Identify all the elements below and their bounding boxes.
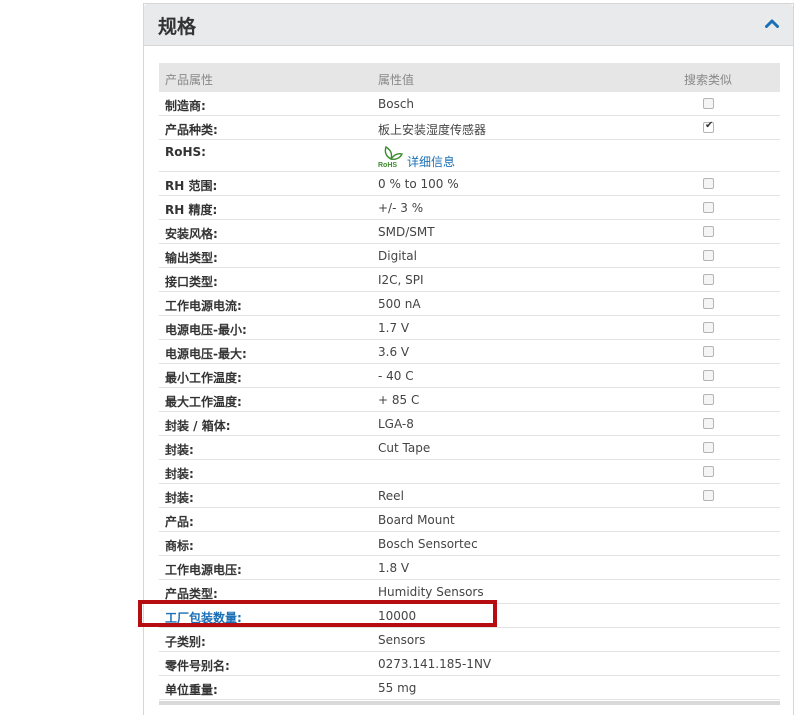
attribute-value: 500 nA — [378, 297, 421, 311]
attribute-value: Sensors — [378, 633, 426, 647]
table-row: 封装: — [159, 460, 780, 484]
attribute-value: LGA-8 — [378, 417, 414, 431]
table-row: 封装: Reel — [159, 484, 780, 508]
attribute-label: 单位重量: — [165, 683, 218, 697]
attribute-value: Bosch — [378, 97, 415, 111]
attribute-value: 0 % to 100 % — [378, 177, 459, 191]
table-header: 产品属性 属性值 搜索类似 — [159, 63, 780, 92]
header-value: 属性值 — [378, 73, 415, 87]
search-similar-checkbox[interactable] — [703, 346, 714, 357]
search-similar-checkbox[interactable] — [703, 370, 714, 381]
rohs-logo-text: RoHS — [378, 162, 397, 168]
table-row: RH 范围: 0 % to 100 % — [159, 172, 780, 196]
attribute-label: 最小工作温度: — [165, 371, 242, 385]
attribute-label: 工作电源电流: — [165, 299, 242, 313]
header-search-similar: 搜索类似 — [684, 73, 733, 87]
search-similar-checkbox[interactable] — [703, 418, 714, 429]
attribute-value: Humidity Sensors — [378, 585, 484, 599]
search-similar-checkbox[interactable] — [703, 250, 714, 261]
attribute-label: RH 精度: — [165, 203, 218, 217]
attribute-label: RoHS: — [165, 145, 206, 159]
table-row: 接口类型: I2C, SPI — [159, 268, 780, 292]
attribute-label: 安装风格: — [165, 227, 218, 241]
table-row: 工作电源电压: 1.8 V — [159, 556, 780, 580]
attribute-label: 输出类型: — [165, 251, 218, 265]
attribute-value: Board Mount — [378, 513, 455, 527]
table-row: 子类别: Sensors — [159, 628, 780, 652]
search-similar-checkbox[interactable] — [703, 322, 714, 333]
attribute-value: 0273.141.185-1NV — [378, 657, 492, 671]
search-similar-checkbox[interactable] — [703, 274, 714, 285]
attribute-label: 封装: — [165, 443, 194, 457]
search-similar-checkbox[interactable] — [703, 394, 714, 405]
attribute-value: - 40 C — [378, 369, 414, 383]
table-row: 制造商: Bosch — [159, 92, 780, 116]
table-row: 单位重量: 55 mg — [159, 676, 780, 700]
search-similar-checkbox[interactable] — [703, 98, 714, 109]
panel-header[interactable]: 规格 — [144, 4, 793, 46]
attribute-value: +/- 3 % — [378, 201, 424, 215]
attribute-label: 产品种类: — [165, 123, 218, 137]
attribute-label: 制造商: — [165, 99, 206, 113]
table-row: 最小工作温度: - 40 C — [159, 364, 780, 388]
table-row: RoHS: RoHS 详细信息 — [159, 140, 780, 172]
attribute-label: 产品: — [165, 515, 194, 529]
attribute-label: 子类别: — [165, 635, 206, 649]
search-similar-checkbox[interactable] — [703, 178, 714, 189]
attribute-label: 封装 / 箱体: — [165, 419, 231, 433]
attribute-value: 1.7 V — [378, 321, 410, 335]
table-row: 零件号别名: 0273.141.185-1NV — [159, 652, 780, 676]
search-similar-checkbox[interactable] — [703, 490, 714, 501]
table-row: 商标: Bosch Sensortec — [159, 532, 780, 556]
attribute-value: Cut Tape — [378, 441, 431, 455]
search-similar-checkbox[interactable] — [703, 202, 714, 213]
attribute-value: 3.6 V — [378, 345, 410, 359]
table-row: RH 精度: +/- 3 % — [159, 196, 780, 220]
table-row: 封装: Cut Tape — [159, 436, 780, 460]
attribute-value: Digital — [378, 249, 417, 263]
table-row: 最大工作温度: + 85 C — [159, 388, 780, 412]
panel-title: 规格 — [158, 16, 197, 38]
attribute-label: 接口类型: — [165, 275, 218, 289]
table-row: 输出类型: Digital — [159, 244, 780, 268]
attribute-value: 1.8 V — [378, 561, 410, 575]
table-row: 工作电源电流: 500 nA — [159, 292, 780, 316]
attribute-value: Reel — [378, 489, 404, 503]
attribute-label: 封装: — [165, 467, 194, 481]
attribute-value: SMD/SMT — [378, 225, 435, 239]
table-footer-bar — [159, 701, 780, 705]
rohs-details-link[interactable]: 详细信息 — [407, 153, 455, 170]
rohs-leaf-icon: RoHS — [378, 145, 404, 168]
table-row: 产品: Board Mount — [159, 508, 780, 532]
attribute-label: 最大工作温度: — [165, 395, 242, 409]
table-row: 安装风格: SMD/SMT — [159, 220, 780, 244]
highlight-box — [138, 600, 497, 627]
attribute-label: 工作电源电压: — [165, 563, 242, 577]
search-similar-checkbox[interactable] — [703, 298, 714, 309]
attribute-value: 板上安装湿度传感器 — [378, 123, 487, 137]
attribute-label: 封装: — [165, 491, 194, 505]
chevron-up-icon[interactable] — [765, 18, 779, 28]
search-similar-checkbox[interactable] — [703, 226, 714, 237]
table-row: 电源电压-最大: 3.6 V — [159, 340, 780, 364]
attribute-value: I2C, SPI — [378, 273, 424, 287]
table-row: 产品种类: 板上安装湿度传感器 — [159, 116, 780, 140]
attribute-label: 商标: — [165, 539, 194, 553]
table-row: 电源电压-最小: 1.7 V — [159, 316, 780, 340]
attribute-label: 零件号别名: — [165, 659, 230, 673]
attribute-value: + 85 C — [378, 393, 420, 407]
header-attribute: 产品属性 — [165, 73, 214, 87]
search-similar-checkbox[interactable] — [703, 466, 714, 477]
search-similar-checkbox[interactable] — [703, 120, 714, 133]
table-row: 封装 / 箱体: LGA-8 — [159, 412, 780, 436]
attribute-label: RH 范围: — [165, 179, 218, 193]
attribute-label: 电源电压-最大: — [165, 347, 247, 361]
attribute-value: Bosch Sensortec — [378, 537, 478, 551]
attribute-label: 电源电压-最小: — [165, 323, 247, 337]
search-similar-checkbox[interactable] — [703, 442, 714, 453]
attribute-value: 55 mg — [378, 681, 417, 695]
